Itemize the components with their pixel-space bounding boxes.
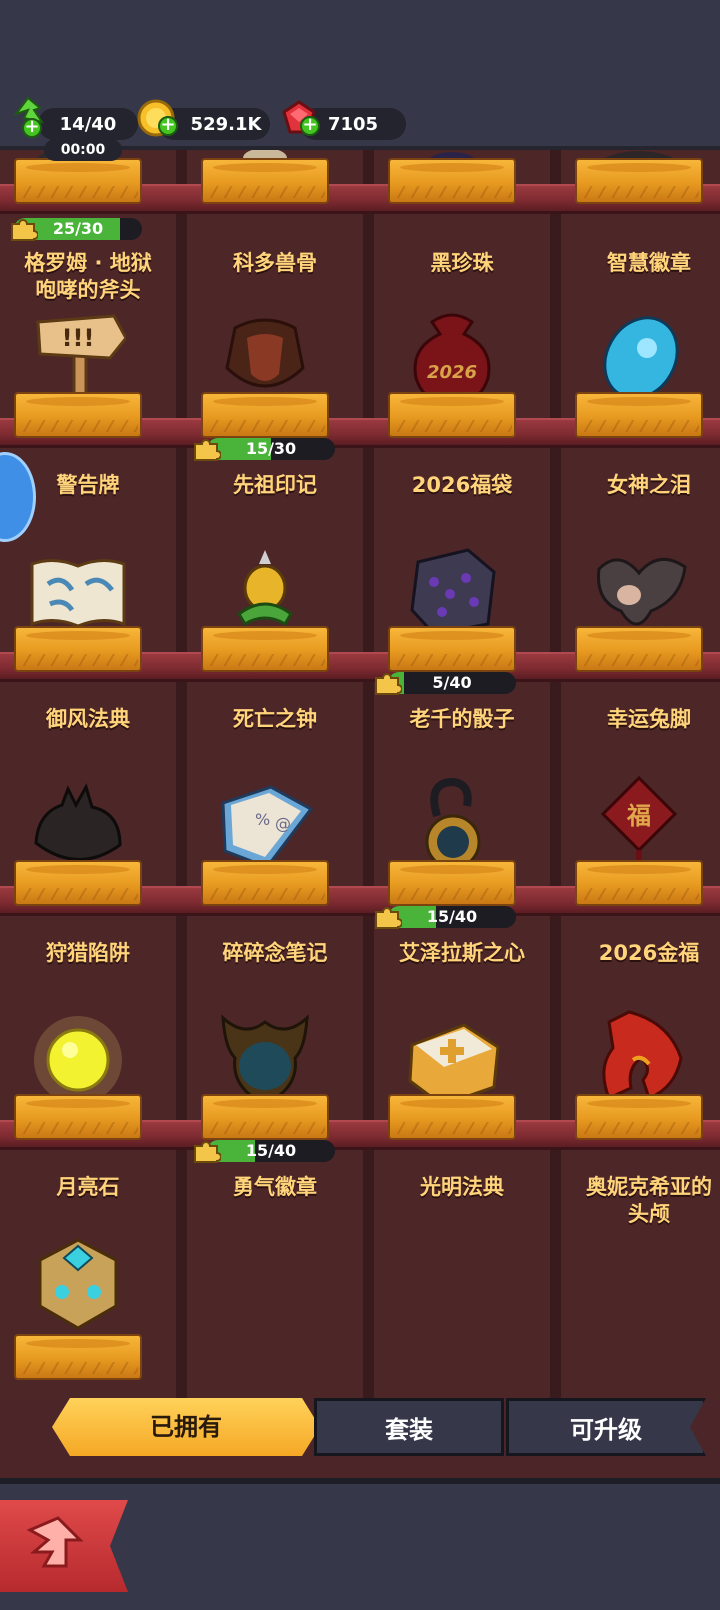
back-button[interactable] bbox=[0, 1500, 128, 1592]
energy-timer: 00:00 bbox=[44, 139, 122, 161]
warning-sign-icon: !!! bbox=[24, 308, 132, 404]
pedestal bbox=[14, 1094, 142, 1140]
pedestal bbox=[14, 392, 142, 438]
item-name: 智慧徽章 bbox=[607, 251, 691, 275]
pedestal bbox=[201, 860, 329, 906]
pedestal bbox=[575, 1094, 703, 1140]
fragment-progress: 15/40 bbox=[207, 1140, 335, 1162]
fragment-progress: 5/40 bbox=[388, 672, 516, 694]
pedestal bbox=[388, 860, 516, 906]
svg-text:@: @ bbox=[275, 814, 291, 833]
tab-sets[interactable]: 套装 bbox=[314, 1398, 504, 1456]
item-name: 死亡之钟 bbox=[233, 707, 317, 731]
collection-item[interactable]: 光明法典 bbox=[374, 1004, 550, 1244]
item-name: 老千的骰子 bbox=[409, 707, 515, 731]
return-arrow-icon bbox=[26, 1516, 84, 1568]
tab-owned[interactable]: 已拥有 bbox=[52, 1398, 320, 1456]
dice-icon bbox=[398, 542, 506, 638]
puzzle-piece-icon bbox=[374, 904, 403, 930]
pedestal bbox=[575, 860, 703, 906]
item-name: 艾泽拉斯之心 bbox=[399, 941, 525, 965]
pedestal bbox=[201, 626, 329, 672]
add-gold-icon[interactable]: + bbox=[158, 116, 178, 136]
pedestal bbox=[388, 392, 516, 438]
gold-coin-icon: + bbox=[136, 98, 178, 140]
collection-item[interactable] bbox=[0, 1238, 176, 1400]
energy-icon: + bbox=[10, 96, 46, 140]
puzzle-piece-icon bbox=[10, 216, 39, 242]
item-name: 碎碎念笔记 bbox=[222, 941, 328, 965]
collection-item[interactable]: 狩猎陷阱 bbox=[0, 770, 176, 1010]
collection-item[interactable]: 月亮石 bbox=[0, 1004, 176, 1244]
item-name: 幸运兔脚 bbox=[607, 707, 691, 731]
pedestal bbox=[14, 860, 142, 906]
collection-item[interactable]: 奥妮克希亚的 头颅 bbox=[561, 1004, 720, 1244]
collection-item[interactable]: 5/40 老千的骰子 bbox=[374, 536, 550, 776]
pedestal bbox=[575, 392, 703, 438]
svg-text:福: 福 bbox=[626, 802, 651, 830]
heart-of-azeroth-icon bbox=[398, 776, 506, 872]
pedestal bbox=[14, 158, 142, 204]
courage-badge-icon bbox=[211, 1010, 319, 1106]
item-name: 勇气徽章 bbox=[233, 1175, 317, 1199]
item-name: 黑珍珠 bbox=[430, 251, 494, 275]
fragment-progress: 15/30 bbox=[207, 438, 335, 460]
pedestal bbox=[575, 626, 703, 672]
treasure-chest-icon bbox=[24, 1238, 132, 1334]
pedestal bbox=[575, 158, 703, 204]
puzzle-piece-icon bbox=[374, 670, 403, 696]
goddess-tear-icon bbox=[585, 308, 693, 404]
pedestal bbox=[388, 1094, 516, 1140]
collection-item[interactable]: 15/30 先祖印记 bbox=[187, 302, 363, 542]
ancestor-mark-icon bbox=[211, 308, 319, 404]
collection-item[interactable]: 御风法典 bbox=[0, 536, 176, 776]
gem-value: 7105 bbox=[327, 113, 379, 135]
puzzle-piece-icon bbox=[193, 1138, 222, 1164]
fragment-progress: 15/40 bbox=[388, 906, 516, 928]
item-name: 狩猎陷阱 bbox=[46, 941, 130, 965]
collection-item[interactable]: 15/40 艾泽拉斯之心 bbox=[374, 770, 550, 1010]
collection-item[interactable]: 幸运兔脚 bbox=[561, 536, 720, 776]
collection-tabs: 已拥有 套装 可升级 bbox=[48, 1398, 706, 1458]
item-name: 科多兽骨 bbox=[233, 251, 317, 275]
item-name: 御风法典 bbox=[46, 707, 130, 731]
pedestal bbox=[388, 626, 516, 672]
item-name: 2026金福 bbox=[598, 941, 700, 965]
pedestal bbox=[201, 392, 329, 438]
collection-item[interactable]: 2026 2026福袋 bbox=[374, 302, 550, 542]
collection-item[interactable]: 福 2026金福 bbox=[561, 770, 720, 1010]
pedestal bbox=[388, 158, 516, 204]
tab-upgradable[interactable]: 可升级 bbox=[506, 1398, 706, 1456]
pedestal bbox=[201, 158, 329, 204]
dragon-head-icon bbox=[585, 1010, 693, 1106]
energy-value: 14/40 bbox=[59, 113, 117, 135]
puzzle-piece-icon bbox=[193, 436, 222, 462]
item-name: 女神之泪 bbox=[607, 473, 691, 497]
status-bar: 14/40 + 529.1K + 7105 + bbox=[0, 0, 720, 150]
add-energy-icon[interactable]: + bbox=[22, 118, 42, 138]
svg-text:!!!: !!! bbox=[62, 324, 95, 352]
pedestal bbox=[201, 1094, 329, 1140]
collection-item[interactable]: 死亡之钟 bbox=[187, 536, 363, 776]
item-name: 奥妮克希亚的 头颅 bbox=[586, 1175, 712, 1226]
ruby-gem-icon: + bbox=[278, 98, 320, 140]
add-gem-icon[interactable]: + bbox=[300, 116, 320, 136]
item-name: 月亮石 bbox=[56, 1175, 120, 1199]
collection-grid: 25/30 格罗姆 · 地狱 咆哮的斧头 科多兽骨 黑珍珠 智慧徽章 !!! 警… bbox=[0, 150, 720, 1400]
energy-counter[interactable]: 14/40 bbox=[38, 108, 138, 140]
svg-text:2026: 2026 bbox=[427, 362, 477, 383]
item-name: 格罗姆 · 地狱 咆哮的斧头 bbox=[24, 251, 152, 302]
item-name: 先祖印记 bbox=[233, 473, 317, 497]
pedestal bbox=[14, 626, 142, 672]
collection-item[interactable]: 女神之泪 bbox=[561, 302, 720, 542]
item-name: 光明法典 bbox=[420, 1175, 504, 1199]
collection-item[interactable]: 15/40 勇气徽章 bbox=[187, 1004, 363, 1244]
collection-item[interactable]: % @ 碎碎念笔记 bbox=[187, 770, 363, 1010]
svg-text:%: % bbox=[255, 810, 270, 829]
fortune-charm-icon: 福 bbox=[585, 774, 693, 870]
lucky-bag-icon: 2026 bbox=[398, 308, 506, 404]
gold-value: 529.1K bbox=[190, 113, 262, 135]
pedestal bbox=[14, 1334, 142, 1380]
item-name: 2026福袋 bbox=[411, 473, 513, 497]
